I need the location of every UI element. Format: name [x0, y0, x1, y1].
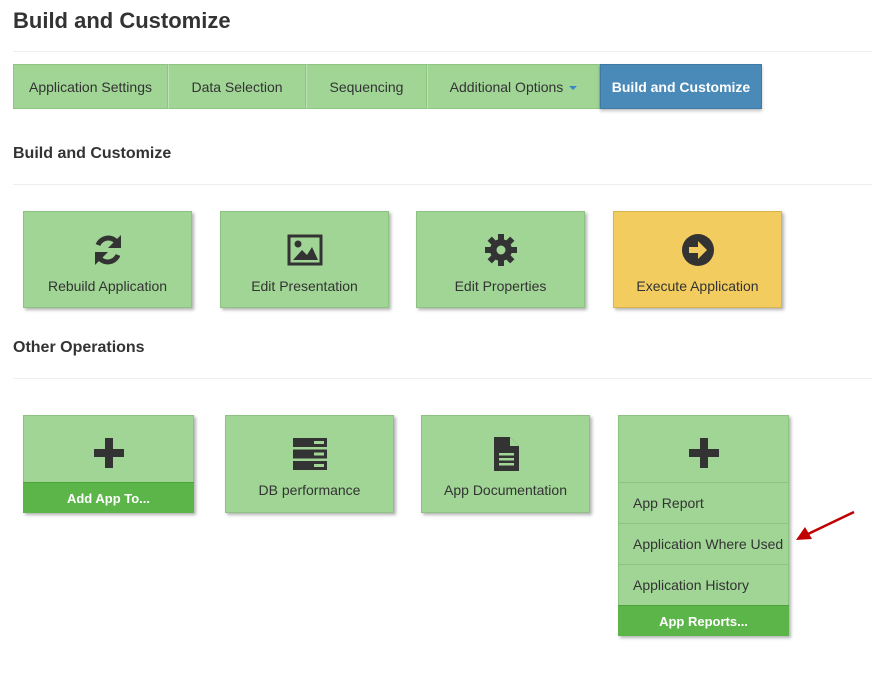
arrow-circle-right-icon [681, 234, 714, 266]
edit-properties-label: Edit Properties [454, 278, 547, 294]
plus-icon [93, 438, 124, 468]
app-documentation-label: App Documentation [444, 482, 567, 498]
edit-presentation-label: Edit Presentation [251, 278, 358, 294]
tab-application-settings[interactable]: Application Settings [13, 64, 168, 109]
gear-icon [484, 234, 517, 266]
build-section-divider [13, 184, 872, 185]
tab-sequencing[interactable]: Sequencing [306, 64, 427, 109]
add-app-to-button[interactable]: Add App To... [23, 482, 194, 513]
refresh-icon [94, 235, 121, 265]
rebuild-application-tile[interactable]: Rebuild Application [23, 211, 192, 308]
title-divider [13, 51, 872, 52]
app-reports-tile[interactable]: App Report Application Where Used Applic… [618, 415, 789, 636]
tab-additional-options[interactable]: Additional Options [427, 64, 600, 109]
db-performance-label: DB performance [258, 482, 361, 498]
rebuild-application-label: Rebuild Application [47, 278, 168, 294]
execute-application-tile[interactable]: Execute Application [613, 211, 782, 308]
add-app-tile[interactable]: Add App To... [23, 415, 194, 513]
menu-item-application-where-used[interactable]: Application Where Used [619, 523, 788, 563]
tab-data-selection[interactable]: Data Selection [168, 64, 306, 109]
menu-item-application-history[interactable]: Application History [619, 564, 788, 604]
menu-item-app-report[interactable]: App Report [619, 482, 788, 522]
server-icon [292, 438, 327, 470]
app-reports-button[interactable]: App Reports... [618, 605, 789, 636]
document-icon [493, 437, 519, 471]
image-icon [287, 234, 322, 266]
edit-presentation-tile[interactable]: Edit Presentation [220, 211, 389, 308]
other-section-divider [13, 378, 872, 379]
app-documentation-tile[interactable]: App Documentation [421, 415, 590, 513]
build-section-title: Build and Customize [13, 145, 172, 162]
wizard-tabs: Application Settings Data Selection Sequ… [13, 64, 762, 109]
annotation-arrow-icon [796, 510, 855, 540]
page-title: Build and Customize [13, 8, 231, 33]
db-performance-tile[interactable]: DB performance [225, 415, 394, 513]
tab-build-and-customize[interactable]: Build and Customize [600, 64, 762, 109]
execute-application-label: Execute Application [636, 278, 759, 294]
other-operations-title: Other Operations [13, 339, 145, 356]
plus-icon [688, 438, 719, 468]
caret-down-icon [569, 85, 578, 90]
edit-properties-tile[interactable]: Edit Properties [416, 211, 585, 308]
